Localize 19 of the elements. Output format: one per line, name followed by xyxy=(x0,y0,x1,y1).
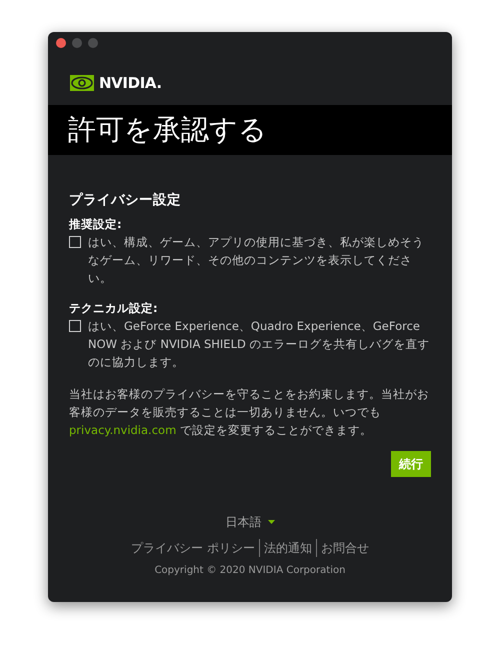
option-text: はい、構成、ゲーム、アプリの使用に基づき、私が楽しめそうなゲーム、リワード、その他のコンテンツを表示してください。 xyxy=(88,234,425,286)
footer-link[interactable]: お問合せ xyxy=(316,539,373,557)
section-title: プライバシー設定 xyxy=(69,190,182,208)
footer-link[interactable]: 法的通知 xyxy=(258,539,316,557)
option-label: 推奨設定: xyxy=(69,216,123,232)
dropdown-caret-icon xyxy=(268,520,274,524)
checkbox[interactable] xyxy=(69,320,81,332)
copyright-text: Copyright © 2020 NVIDIA Corporation xyxy=(154,564,346,578)
brand-name: NVIDIA. xyxy=(99,73,162,94)
privacy-notice: 当社はお客様のプライバシーを守ることをお約束します。当社がお客様のデータを販売することは一切ありません。いつでも privacy.nvidia.com で設定を変更することができます。 xyxy=(69,386,430,438)
language-selector[interactable]: 日本語 xyxy=(226,513,274,531)
option-label: テクニカル設定: xyxy=(69,300,159,316)
checkbox[interactable] xyxy=(69,236,81,248)
page-title: 許可を承認する xyxy=(68,116,267,144)
close-window-button[interactable] xyxy=(56,38,66,48)
eye-logo-icon xyxy=(70,75,94,92)
privacy-link[interactable]: privacy.nvidia.com xyxy=(69,422,176,436)
option-text: はい、GeForce Experience、Quadro Experience、GeForce NOW および NVIDIA SHIELD のエラーログを共有しバグを直すのに協力します。 xyxy=(88,318,430,370)
footer-link[interactable]: プライバシー ポリシー xyxy=(127,539,259,557)
